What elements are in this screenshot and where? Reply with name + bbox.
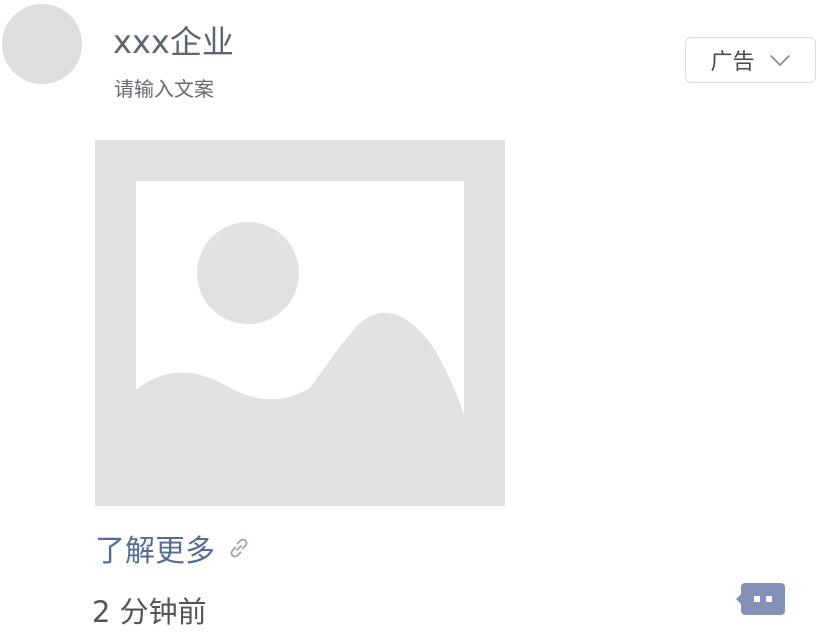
ad-tag-label: 广告	[710, 50, 755, 75]
chevron-down-icon	[769, 55, 790, 66]
comment-button[interactable]	[735, 581, 787, 617]
comment-dots-icon	[736, 583, 785, 615]
author-name[interactable]: xxx企业	[113, 22, 234, 62]
avatar[interactable]	[2, 4, 82, 84]
learn-more-link[interactable]: 了解更多	[95, 528, 253, 569]
post-timestamp: 2 分钟前	[92, 595, 207, 629]
post-caption: 请输入文案	[114, 77, 214, 101]
link-icon	[230, 538, 248, 558]
learn-more-label: 了解更多	[95, 534, 215, 569]
image-placeholder-icon[interactable]	[95, 140, 505, 506]
ad-tag-dropdown[interactable]: 广告	[685, 37, 816, 83]
